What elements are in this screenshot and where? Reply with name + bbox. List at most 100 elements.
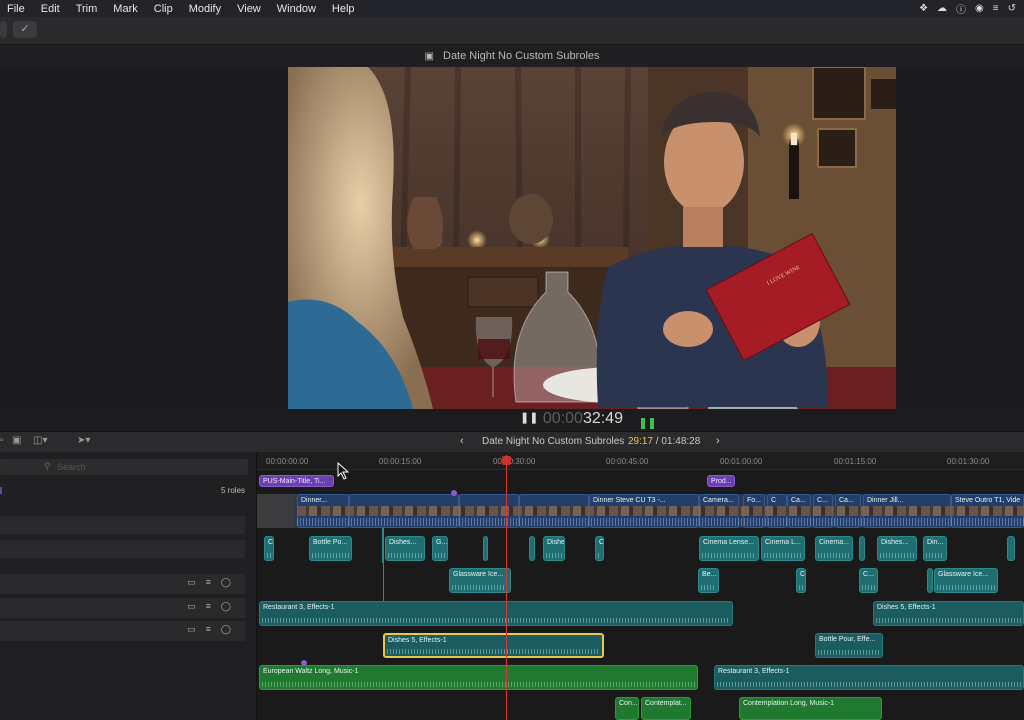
role-row-music[interactable]: ▭ ≡ ◯ bbox=[0, 621, 245, 641]
select-tool-icon[interactable]: ➤▾ bbox=[77, 435, 90, 446]
audio-clip[interactable] bbox=[483, 536, 488, 561]
audio-clip[interactable]: Cinema Lense... bbox=[699, 536, 759, 561]
primary-storyline: Dinner... Dinner Steve CU T3 -... Camera… bbox=[257, 494, 1024, 528]
role-row-titles[interactable] bbox=[0, 540, 245, 558]
audio-clip[interactable] bbox=[529, 536, 535, 561]
title-clip[interactable]: PUS-Main-Title, Ti... bbox=[259, 475, 334, 487]
music-clip[interactable]: European Waltz Long, Music-1 bbox=[259, 665, 698, 690]
audio-clip[interactable]: Bottle Po... bbox=[309, 536, 352, 561]
audio-clip[interactable]: Dishes... bbox=[877, 536, 917, 561]
audio-clip[interactable]: Din... bbox=[923, 536, 947, 561]
audio-lanes-icon[interactable]: ▣ bbox=[12, 435, 21, 446]
audio-clip[interactable]: Glassware Ice... bbox=[934, 568, 998, 593]
gap-clip[interactable] bbox=[257, 494, 295, 528]
user-icon[interactable]: ◉ bbox=[975, 3, 984, 14]
audio-clip[interactable]: Restaurant 3, Effects-1 bbox=[259, 601, 733, 626]
search-icon: ⚲ bbox=[44, 461, 51, 471]
background-tasks-button[interactable]: ✓ bbox=[13, 21, 37, 38]
lane-icon[interactable]: ▭ bbox=[187, 577, 196, 588]
timeline[interactable]: 00:00:00:00 00:00:15:00 00:00:30:00 00:0… bbox=[257, 452, 1024, 720]
clip-appearance-icon[interactable]: ▫ bbox=[0, 435, 4, 446]
ruler-tick: 00:00:30:00 bbox=[493, 457, 536, 466]
audio-meters-right bbox=[650, 418, 654, 429]
lane-icon[interactable]: ▭ bbox=[187, 601, 196, 612]
ruler-tick: 00:00:00:00 bbox=[266, 457, 309, 466]
audio-clip[interactable]: G... bbox=[432, 536, 448, 561]
clapper-icon: ▣ bbox=[424, 51, 434, 62]
index-search-field[interactable]: ⚲ Search bbox=[0, 459, 248, 475]
menu-edit[interactable]: Edit bbox=[33, 3, 68, 15]
audio-clip[interactable]: C bbox=[595, 536, 604, 561]
marker[interactable] bbox=[451, 490, 457, 496]
audio-clip[interactable]: C bbox=[264, 536, 274, 561]
marker[interactable] bbox=[301, 660, 307, 666]
ruler-tick: 00:01:00:00 bbox=[720, 457, 763, 466]
role-row-effects[interactable]: ▭ ≡ ◯ bbox=[0, 598, 245, 618]
selected-audio-clip[interactable]: Dishes 5, Effects-1 bbox=[383, 633, 604, 658]
timeline-project-name: Date Night No Custom Subroles bbox=[482, 436, 625, 447]
clip-filmstrip bbox=[297, 506, 1024, 516]
lane-icon[interactable]: ▭ bbox=[187, 624, 196, 635]
audio-clip[interactable]: Bottle Pour, Effe... bbox=[815, 633, 883, 658]
chevron-right-icon[interactable]: › bbox=[716, 435, 720, 447]
timecode-display[interactable]: ❚❚ 00:0032:49 bbox=[520, 410, 623, 430]
timecode-dim: 00:00 bbox=[542, 410, 583, 427]
pause-icon[interactable]: ❚❚ bbox=[520, 412, 538, 424]
audio-clip[interactable]: Dishes... bbox=[385, 536, 425, 561]
dropbox-icon[interactable]: ❖ bbox=[919, 3, 928, 14]
role-controls: ▭ ≡ ◯ bbox=[187, 577, 231, 588]
viewer-video-frame[interactable]: I LOVE WINE bbox=[288, 67, 896, 409]
menu-clip[interactable]: Clip bbox=[146, 3, 181, 15]
audio-clip[interactable]: Dishes 5, Effects-1 bbox=[873, 601, 1024, 626]
focus-icon[interactable]: ◯ bbox=[221, 601, 231, 612]
ruler-tick: 00:01:15:00 bbox=[834, 457, 877, 466]
subroles-icon[interactable]: ≡ bbox=[206, 577, 211, 588]
checkmark-circle-icon: ✓ bbox=[20, 23, 30, 35]
audio-clip[interactable]: Glassware Ice... bbox=[449, 568, 511, 593]
time-machine-icon[interactable]: ↺ bbox=[1008, 3, 1016, 14]
menu-file[interactable]: File bbox=[0, 3, 33, 15]
menu-bar: File Edit Trim Mark Clip Modify View Win… bbox=[0, 0, 1024, 17]
toolbar-button[interactable] bbox=[0, 21, 7, 38]
timeline-ruler[interactable]: 00:00:00:00 00:00:15:00 00:00:30:00 00:0… bbox=[257, 452, 1024, 470]
audio-clip[interactable]: C... bbox=[859, 568, 878, 593]
audio-clip[interactable]: Dishes... bbox=[543, 536, 565, 561]
title-clip[interactable]: Prod... bbox=[707, 475, 735, 487]
audio-clip[interactable]: C bbox=[796, 568, 806, 593]
menu-window[interactable]: Window bbox=[269, 3, 324, 15]
playhead[interactable] bbox=[506, 455, 507, 720]
clip-waveform bbox=[297, 518, 1024, 526]
audio-clip[interactable] bbox=[859, 536, 865, 561]
audio-clip[interactable]: Cinema L... bbox=[761, 536, 805, 561]
viewer-title: Date Night No Custom Subroles bbox=[443, 50, 600, 62]
cloud-icon[interactable]: ☁ bbox=[937, 3, 947, 14]
wifi-icon[interactable]: ≡ bbox=[993, 3, 999, 14]
chevron-left-icon[interactable]: ‹ bbox=[460, 435, 464, 447]
filmstrip-icon[interactable]: ◫▾ bbox=[33, 435, 47, 446]
menu-help[interactable]: Help bbox=[324, 3, 363, 15]
inspector-panel bbox=[896, 67, 1024, 409]
audio-clip[interactable]: Cinema... bbox=[815, 536, 853, 561]
ruler-tick: 00:00:15:00 bbox=[379, 457, 422, 466]
info-icon[interactable]: ⓘ bbox=[956, 1, 966, 16]
music-clip[interactable]: Con... bbox=[615, 697, 639, 720]
audio-clip[interactable]: Be... bbox=[698, 568, 719, 593]
music-clip[interactable]: Contemplat... bbox=[641, 697, 691, 720]
menu-trim[interactable]: Trim bbox=[68, 3, 106, 15]
audio-clip[interactable] bbox=[1007, 536, 1015, 561]
focus-icon[interactable]: ◯ bbox=[221, 577, 231, 588]
role-row-video[interactable] bbox=[0, 516, 245, 534]
audio-clip[interactable] bbox=[927, 568, 933, 593]
subroles-icon[interactable]: ≡ bbox=[206, 624, 211, 635]
audio-clip[interactable]: Restaurant 3, Effects-1 bbox=[714, 665, 1024, 690]
timeline-header: ▫ ▣ ◫▾ ➤▾ ‹ Date Night No Custom Subrole… bbox=[0, 431, 1024, 453]
subroles-icon[interactable]: ≡ bbox=[206, 601, 211, 612]
focus-icon[interactable]: ◯ bbox=[221, 624, 231, 635]
music-clip[interactable]: Contemplation Long, Music-1 bbox=[739, 697, 882, 720]
role-row-dialogue[interactable]: ▭ ≡ ◯ bbox=[0, 574, 245, 594]
menu-mark[interactable]: Mark bbox=[105, 3, 145, 15]
connection-line bbox=[383, 528, 384, 602]
menu-view[interactable]: View bbox=[229, 3, 269, 15]
menu-modify[interactable]: Modify bbox=[181, 3, 229, 15]
audio-meters bbox=[641, 418, 645, 429]
